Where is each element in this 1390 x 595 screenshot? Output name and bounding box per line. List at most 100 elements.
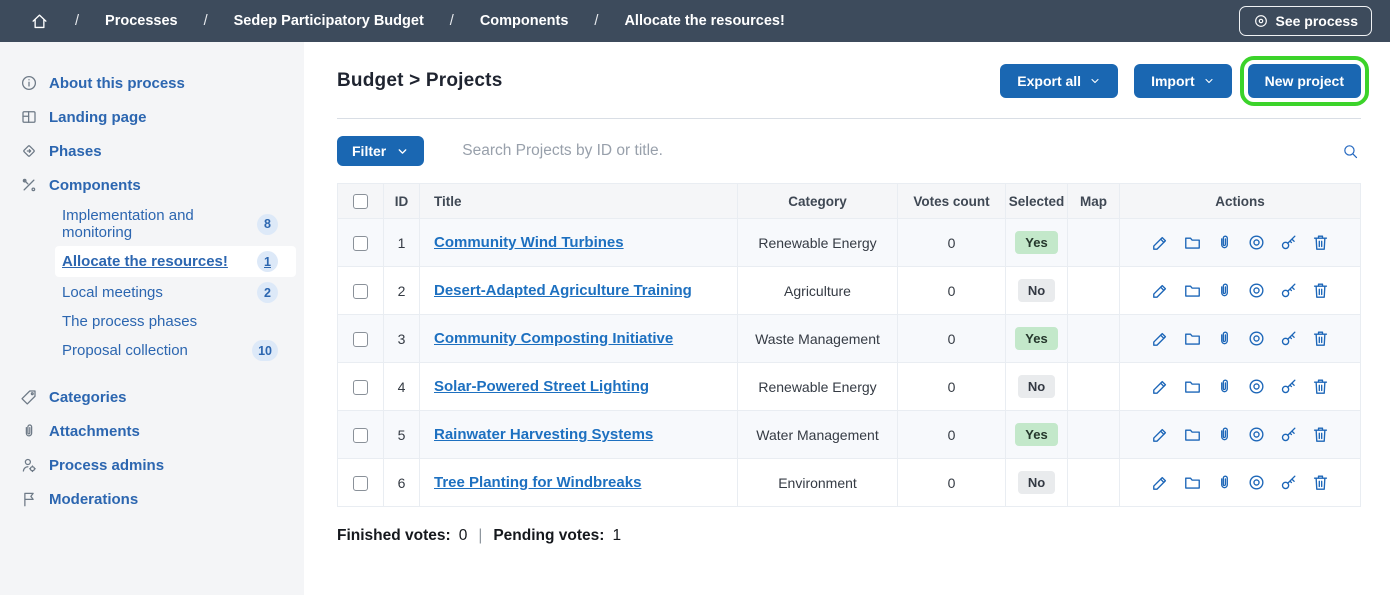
chevron-down-icon xyxy=(1089,75,1101,87)
submenu-item[interactable]: Allocate the resources! 1 xyxy=(55,246,296,277)
projects-table-body: 1 Community Wind Turbines Renewable Ener… xyxy=(338,219,1361,507)
main-content: Budget > Projects Export all Import New … xyxy=(304,42,1390,595)
attachments-button[interactable] xyxy=(1215,329,1234,348)
row-checkbox[interactable] xyxy=(353,236,368,251)
sidebar-item-categories[interactable]: Categories xyxy=(0,380,304,414)
permissions-button[interactable] xyxy=(1279,233,1298,252)
attachments-button[interactable] xyxy=(1215,425,1234,444)
row-checkbox[interactable] xyxy=(353,332,368,347)
sidebar-item-process-admins[interactable]: Process admins xyxy=(0,448,304,482)
attachments-button[interactable] xyxy=(1215,377,1234,396)
pencil-icon xyxy=(1151,281,1170,300)
select-all-checkbox[interactable] xyxy=(353,194,368,209)
delete-button[interactable] xyxy=(1311,233,1330,252)
export-all-button[interactable]: Export all xyxy=(1000,64,1118,98)
trash-icon xyxy=(1311,377,1330,396)
submenu-item-label: The process phases xyxy=(62,313,197,330)
user-gear-icon xyxy=(20,456,38,474)
sidebar-item-about[interactable]: About this process xyxy=(0,66,304,100)
folder-icon xyxy=(1183,233,1202,252)
edit-button[interactable] xyxy=(1151,233,1170,252)
edit-button[interactable] xyxy=(1151,281,1170,300)
see-process-label: See process xyxy=(1276,13,1359,29)
project-category: Water Management xyxy=(738,411,898,459)
project-map-cell xyxy=(1068,363,1120,411)
row-checkbox[interactable] xyxy=(353,284,368,299)
project-title-link[interactable]: Tree Planting for Windbreaks xyxy=(434,474,641,491)
project-votes-count: 0 xyxy=(898,411,1006,459)
edit-button[interactable] xyxy=(1151,473,1170,492)
new-project-button[interactable]: New project xyxy=(1248,64,1361,98)
row-checkbox[interactable] xyxy=(353,380,368,395)
project-title-link[interactable]: Community Wind Turbines xyxy=(434,234,624,251)
project-title-link[interactable]: Desert-Adapted Agriculture Training xyxy=(434,282,692,299)
attachments-button[interactable] xyxy=(1215,233,1234,252)
folder-button[interactable] xyxy=(1183,425,1202,444)
folder-button[interactable] xyxy=(1183,377,1202,396)
sidebar-item-components[interactable]: Components xyxy=(0,168,304,202)
key-icon xyxy=(1279,233,1298,252)
folder-button[interactable] xyxy=(1183,281,1202,300)
column-header: Map xyxy=(1068,184,1120,219)
chevron-down-icon xyxy=(1203,75,1215,87)
preview-button[interactable] xyxy=(1247,425,1266,444)
submenu-item[interactable]: The process phases xyxy=(55,308,296,335)
sidebar-item-moderations[interactable]: Moderations xyxy=(0,482,304,516)
delete-button[interactable] xyxy=(1311,377,1330,396)
delete-button[interactable] xyxy=(1311,473,1330,492)
folder-button[interactable] xyxy=(1183,473,1202,492)
delete-button[interactable] xyxy=(1311,281,1330,300)
submenu-item[interactable]: Proposal collection 10 xyxy=(55,335,296,366)
votes-divider: | xyxy=(475,527,485,545)
row-checkbox[interactable] xyxy=(353,428,368,443)
permissions-button[interactable] xyxy=(1279,425,1298,444)
search-input[interactable] xyxy=(462,142,1340,160)
attachments-button[interactable] xyxy=(1215,281,1234,300)
see-process-button[interactable]: See process xyxy=(1239,6,1373,36)
sidebar-item-landing-page[interactable]: Landing page xyxy=(0,100,304,134)
pencil-icon xyxy=(1151,377,1170,396)
breadcrumb-separator: / xyxy=(594,13,598,29)
breadcrumb-item[interactable]: Sedep Participatory Budget xyxy=(234,13,424,29)
permissions-button[interactable] xyxy=(1279,377,1298,396)
project-title-link[interactable]: Community Composting Initiative xyxy=(434,330,673,347)
preview-button[interactable] xyxy=(1247,281,1266,300)
attachments-button[interactable] xyxy=(1215,473,1234,492)
submenu-item[interactable]: Implementation and monitoring 8 xyxy=(55,202,296,246)
filter-button[interactable]: Filter xyxy=(337,136,424,166)
search-button[interactable] xyxy=(1340,141,1361,162)
preview-button[interactable] xyxy=(1247,329,1266,348)
preview-button[interactable] xyxy=(1247,473,1266,492)
projects-table: ID Title Category Votes count Selected M… xyxy=(337,183,1361,507)
preview-button[interactable] xyxy=(1247,377,1266,396)
edit-button[interactable] xyxy=(1151,329,1170,348)
import-button[interactable]: Import xyxy=(1134,64,1232,98)
submenu-item-label: Local meetings xyxy=(62,284,163,301)
breadcrumb-item[interactable]: Allocate the resources! xyxy=(624,13,784,29)
table-row: 5 Rainwater Harvesting Systems Water Man… xyxy=(338,411,1361,459)
permissions-button[interactable] xyxy=(1279,281,1298,300)
project-title-link[interactable]: Solar-Powered Street Lighting xyxy=(434,378,649,395)
home-icon[interactable] xyxy=(30,12,49,31)
row-checkbox[interactable] xyxy=(353,476,368,491)
edit-button[interactable] xyxy=(1151,377,1170,396)
delete-button[interactable] xyxy=(1311,425,1330,444)
preview-button[interactable] xyxy=(1247,233,1266,252)
key-icon xyxy=(1279,281,1298,300)
paperclip-icon xyxy=(1215,473,1234,492)
sidebar-item-phases[interactable]: Phases xyxy=(0,134,304,168)
flag-icon xyxy=(20,490,38,508)
folder-button[interactable] xyxy=(1183,233,1202,252)
permissions-button[interactable] xyxy=(1279,329,1298,348)
folder-button[interactable] xyxy=(1183,329,1202,348)
sidebar-item-label: About this process xyxy=(49,75,185,92)
project-title-link[interactable]: Rainwater Harvesting Systems xyxy=(434,426,653,443)
submenu-item[interactable]: Local meetings 2 xyxy=(55,277,296,308)
count-badge: 8 xyxy=(257,214,278,235)
edit-button[interactable] xyxy=(1151,425,1170,444)
sidebar-item-attachments[interactable]: Attachments xyxy=(0,414,304,448)
breadcrumb-item[interactable]: Components xyxy=(480,13,569,29)
breadcrumb-item[interactable]: Processes xyxy=(105,13,178,29)
delete-button[interactable] xyxy=(1311,329,1330,348)
permissions-button[interactable] xyxy=(1279,473,1298,492)
